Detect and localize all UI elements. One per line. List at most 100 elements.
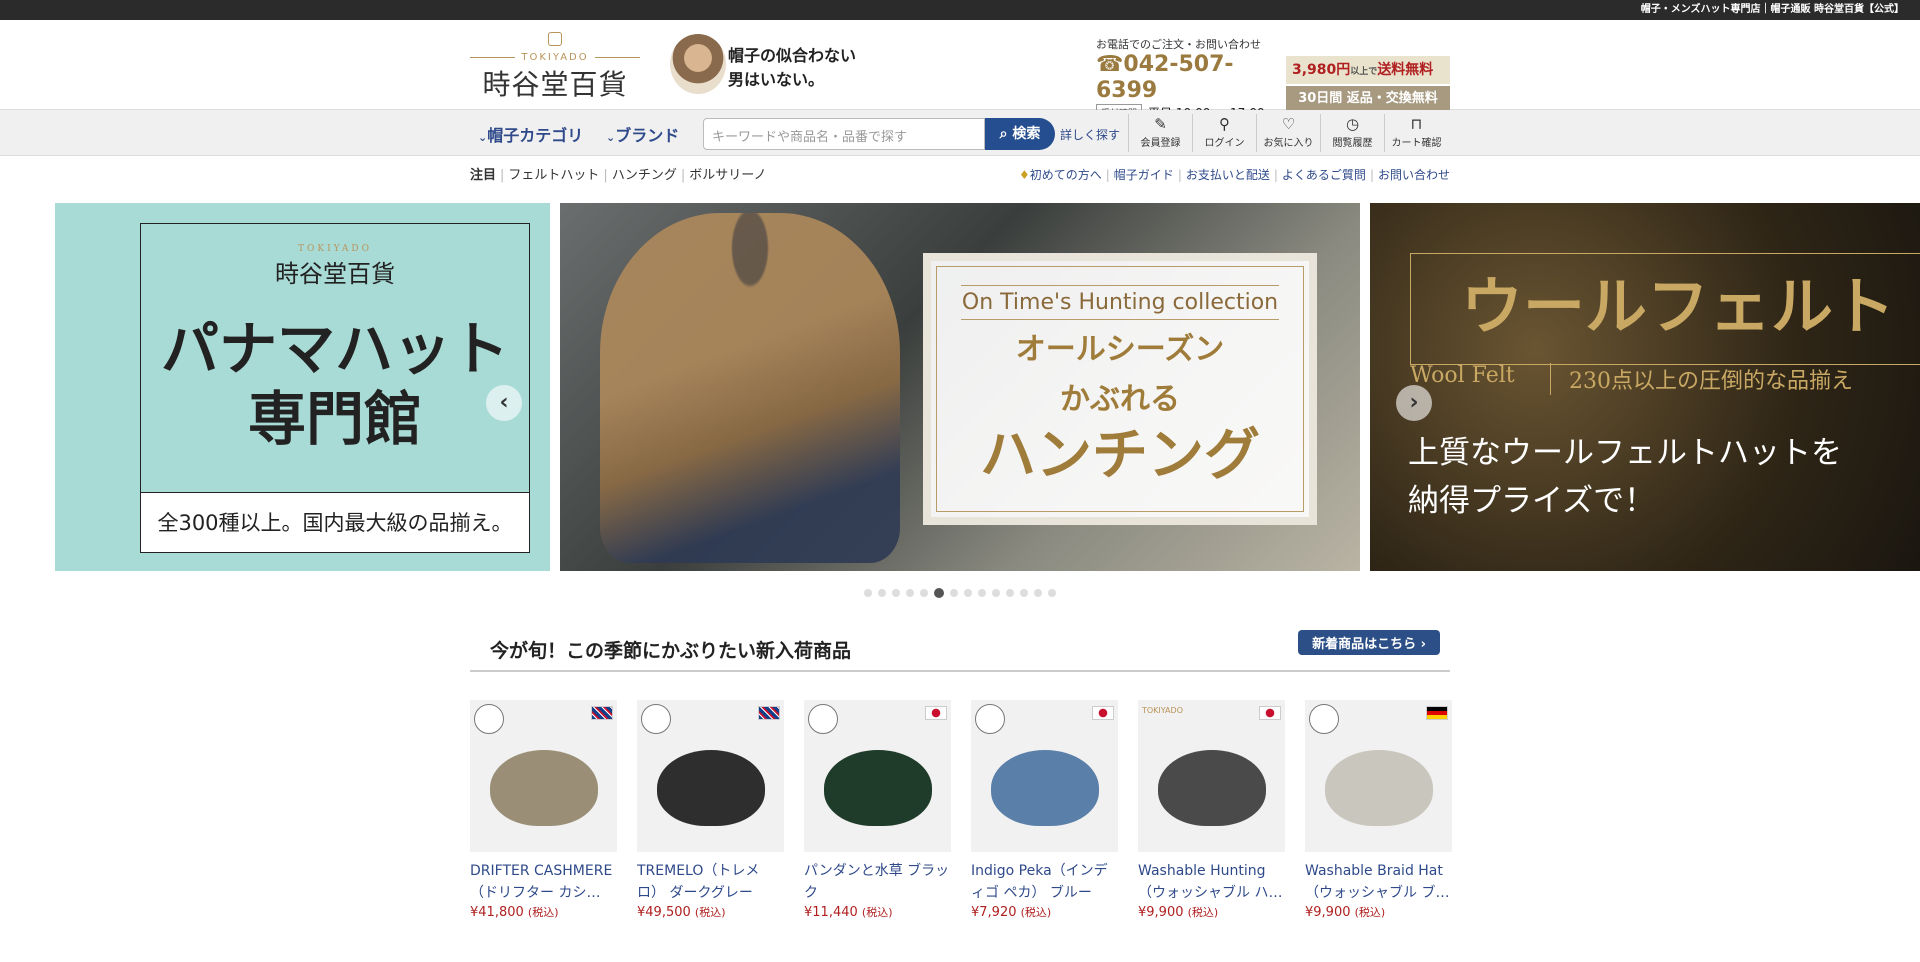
product-image[interactable]	[971, 700, 1118, 852]
carousel-dot[interactable]	[1034, 589, 1042, 597]
slide-hunting[interactable]: On Time's Hunting collection オールシーズン かぶれ…	[560, 203, 1360, 571]
phone-number[interactable]: ☎042-507-6399	[1096, 52, 1272, 104]
nav-icon-button[interactable]: ⊓ カート確認	[1384, 114, 1448, 152]
new-arrivals-button[interactable]: 新着商品はこちら ›	[1298, 630, 1440, 655]
carousel-dot[interactable]	[892, 589, 900, 597]
hunting-english: On Time's Hunting collection	[961, 285, 1279, 320]
nav-icon-button[interactable]: ⚲ ログイン	[1192, 114, 1256, 152]
header: TOKIYADO 時谷堂百貨 帽子の似合わない 男はいない。 お電話でのご注文・…	[0, 20, 1920, 121]
price-value: ¥11,440	[804, 905, 858, 920]
wool-sub: 230点以上の圧倒的な品揃え	[1550, 363, 1853, 395]
product-card[interactable]: パンダンと水草 ブラック ¥11,440 (税込)	[804, 700, 951, 920]
product-image[interactable]: TOKIYADO	[1138, 700, 1285, 852]
nav-icon-label: 閲覧履歴	[1332, 138, 1373, 149]
flag-icon	[758, 706, 780, 720]
brand-menu[interactable]: ⌄ブランド	[606, 122, 679, 146]
wool-english: Wool Felt	[1410, 363, 1515, 388]
top-banner: 帽子・メンズハット専門店｜帽子通販 時谷堂百貨【公式】	[0, 0, 1920, 20]
flag-icon	[925, 706, 947, 720]
nav-icon-label: お気に入り	[1263, 138, 1314, 149]
carousel-dot[interactable]	[1048, 589, 1056, 597]
panama-logo: TOKIYADO 時谷堂百貨	[275, 244, 395, 288]
hunting-line1: オールシーズン	[1015, 332, 1225, 367]
product-price: ¥9,900 (税込)	[1138, 904, 1285, 920]
product-card[interactable]: Washable Braid Hat（ウォッシャブル ブ… ¥9,900 (税込)	[1305, 700, 1452, 920]
wool-copy: 上質なウールフェルトハットを 納得プライズで！	[1408, 435, 1842, 519]
hunting-text-box: On Time's Hunting collection オールシーズン かぶれ…	[923, 253, 1317, 525]
link-first-time[interactable]: 初めての方へ	[1030, 168, 1102, 182]
product-image[interactable]	[637, 700, 784, 852]
hat-photo	[1158, 750, 1266, 826]
product-name[interactable]: パンダンと水草 ブラック	[804, 860, 951, 904]
hat-photo	[657, 750, 765, 826]
category-menu[interactable]: ⌄帽子カテゴリ	[478, 122, 583, 146]
carousel-prev-button[interactable]: ‹	[486, 385, 522, 421]
product-name[interactable]: TREMELO（トレメロ） ダークグレー	[637, 860, 784, 904]
chevron-down-icon: ⌄	[606, 131, 616, 144]
product-image[interactable]	[470, 700, 617, 852]
flag-icon	[1259, 706, 1281, 720]
brand-logo-icon	[1309, 704, 1339, 734]
carousel-dot[interactable]	[964, 589, 972, 597]
link-faq[interactable]: よくあるご質問	[1282, 168, 1366, 182]
portrait-image	[670, 34, 726, 94]
slide-panama[interactable]: TOKIYADO 時谷堂百貨 パナマハット 専門館 全300種以上。国内最大級の品揃…	[0, 203, 550, 571]
carousel-dot[interactable]	[978, 589, 986, 597]
contact-label: お電話でのご注文・お問い合わせ	[1096, 38, 1261, 51]
carousel-dot[interactable]	[1006, 589, 1014, 597]
product-card[interactable]: TOKIYADO Washable Hunting（ウォッシャブル ハ… ¥9,90…	[1138, 700, 1285, 920]
help-links: ♦初めての方へ | 帽子ガイド | お支払いと配送 | よくあるご質問 | お問い合わせ	[1018, 168, 1450, 182]
carousel-next-button[interactable]: ›	[1396, 385, 1432, 421]
carousel-dot[interactable]	[1020, 589, 1028, 597]
brand-logo-icon	[808, 704, 838, 734]
product-name[interactable]: DRIFTER CASHMERE（ドリフター カシ…	[470, 860, 617, 904]
product-name[interactable]: Washable Hunting（ウォッシャブル ハ…	[1138, 860, 1285, 904]
price-tax: (税込)	[1020, 906, 1052, 919]
search-icon: ⌕	[999, 126, 1008, 142]
product-name[interactable]: Indigo Peka（インディゴ ペカ） ブルー	[971, 860, 1118, 904]
free-return-banner[interactable]: 30日間 返品・交換無料	[1286, 86, 1450, 112]
section-heading: 今が旬！この季節にかぶりたい新入荷商品	[490, 640, 852, 662]
price-tax: (税込)	[694, 906, 726, 919]
carousel-dot[interactable]	[878, 589, 886, 597]
product-card[interactable]: Indigo Peka（インディゴ ペカ） ブルー ¥7,920 (税込)	[971, 700, 1118, 920]
nav-icon-button[interactable]: ◷ 閲覧履歴	[1320, 114, 1384, 152]
price-value: ¥9,900	[1138, 905, 1184, 920]
product-price: ¥9,900 (税込)	[1305, 904, 1452, 920]
link-felt-hat[interactable]: フェルトハット	[508, 168, 599, 183]
price-value: ¥41,800	[470, 905, 524, 920]
product-price: ¥7,920 (税込)	[971, 904, 1118, 920]
link-hat-guide[interactable]: 帽子ガイド	[1114, 168, 1174, 182]
carousel-dot[interactable]	[864, 589, 872, 597]
product-image[interactable]	[804, 700, 951, 852]
product-name[interactable]: Washable Braid Hat（ウォッシャブル ブ…	[1305, 860, 1452, 904]
link-hunting[interactable]: ハンチング	[612, 168, 677, 183]
link-borsalino[interactable]: ボルサリーノ	[689, 168, 766, 183]
product-list: DRIFTER CASHMERE（ドリフター カシ… ¥41,800 (税込) TR…	[470, 700, 1452, 920]
search-input[interactable]: キーワードや商品名・品番で探す	[703, 118, 985, 150]
carousel-dot[interactable]	[934, 588, 944, 598]
product-card[interactable]: TREMELO（トレメロ） ダークグレー ¥49,500 (税込)	[637, 700, 784, 920]
slide-wool-felt[interactable]: ウールフェルト Wool Felt 230点以上の圧倒的な品揃え 上質なウールフ…	[1370, 203, 1920, 571]
link-payment[interactable]: お支払いと配送	[1186, 168, 1270, 182]
hat-photo	[991, 750, 1099, 826]
wool-title-frame: ウールフェルト	[1410, 253, 1920, 365]
nav-icon-button[interactable]: ✎ 会員登録	[1128, 114, 1192, 152]
link-contact[interactable]: お問い合わせ	[1378, 168, 1450, 182]
user-add-icon: ✎	[1154, 115, 1167, 133]
carousel-dot[interactable]	[992, 589, 1000, 597]
advanced-search-link[interactable]: 詳しく探す	[1060, 126, 1120, 143]
clock-icon: ◷	[1345, 115, 1360, 133]
hunting-line2: かぶれる	[1060, 382, 1180, 417]
product-card[interactable]: DRIFTER CASHMERE（ドリフター カシ… ¥41,800 (税込)	[470, 700, 617, 920]
search-button[interactable]: ⌕ 検索	[985, 118, 1055, 150]
carousel-dot[interactable]	[906, 589, 914, 597]
free-shipping-banner[interactable]: 3,980円以上で送料無料	[1286, 56, 1450, 84]
carousel-dot[interactable]	[950, 589, 958, 597]
product-image[interactable]	[1305, 700, 1452, 852]
carousel-dot[interactable]	[920, 589, 928, 597]
sub-nav: 注目 | フェルトハット | ハンチング | ボルサリーノ ♦初めての方へ | 帽子ガイド | お支…	[0, 156, 1920, 202]
site-logo[interactable]: TOKIYADO 時谷堂百貨	[470, 30, 640, 104]
nav-icon-button[interactable]: ♡ お気に入り	[1256, 114, 1320, 152]
user-icon: ⚲	[1219, 115, 1230, 133]
